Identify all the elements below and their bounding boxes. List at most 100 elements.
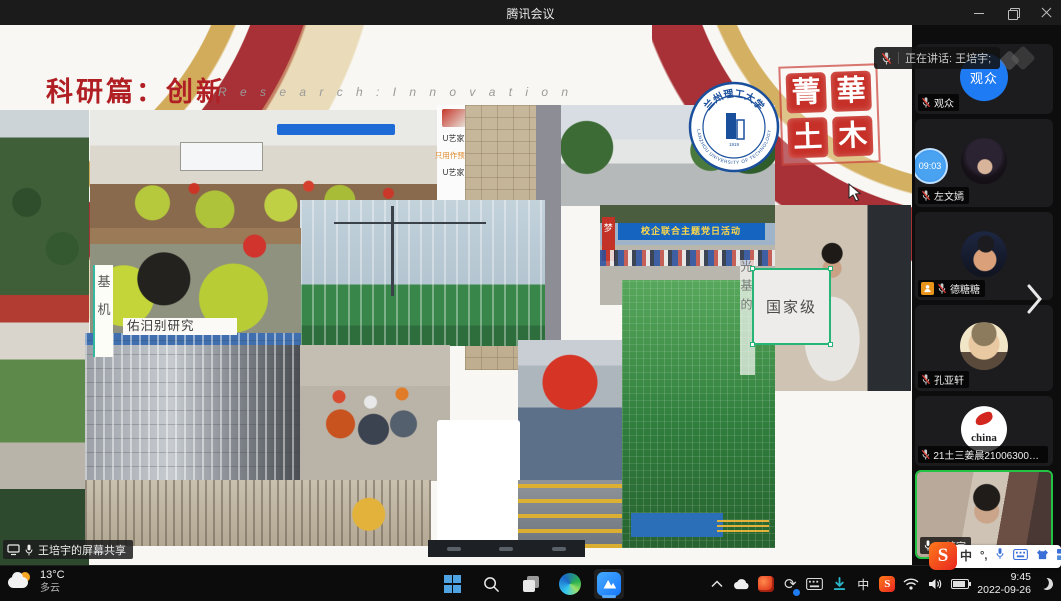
partial-text-box: 基 机 <box>93 265 113 357</box>
onedrive-cloud-icon[interactable] <box>733 572 750 596</box>
sogou-logo-icon[interactable]: S <box>929 542 957 570</box>
system-tray: ⟳ 中 S 9:45 2022-09-26 <box>709 566 1055 601</box>
ime-menu-grid-icon[interactable] <box>1057 545 1061 568</box>
chevron-right-icon <box>1025 283 1043 315</box>
national-level-textbox: 国家级 <box>752 268 831 345</box>
seal-char: 華 <box>831 71 872 112</box>
blue-tarp <box>631 513 723 537</box>
seal-char: 木 <box>832 116 873 157</box>
sync-status-icon[interactable]: ⟳ <box>782 572 798 596</box>
task-view-button[interactable] <box>516 569 546 599</box>
battery-icon[interactable] <box>951 572 969 596</box>
avatar <box>961 231 1007 277</box>
name-tag: 观众 <box>918 94 959 111</box>
seal-char: 菁 <box>786 72 827 113</box>
national-level-label: 国家级 <box>766 296 817 317</box>
volume-icon[interactable] <box>927 572 943 596</box>
search-button[interactable] <box>477 569 507 599</box>
tray-overflow-chevron[interactable] <box>709 572 725 596</box>
ime-mode-chinese[interactable]: 中 <box>960 545 972 568</box>
photo-yellow-scaffold <box>518 480 622 548</box>
mic-icon <box>24 544 34 556</box>
tray-app-red-icon[interactable] <box>758 572 774 596</box>
speaking-label: 正在讲话: 王培宇; <box>905 50 991 66</box>
photo-construction-site <box>85 480 431 546</box>
yellow-pipes <box>717 519 769 532</box>
windows-taskbar: 13°C 多云 ⟳ <box>0 565 1061 601</box>
weather-widget[interactable]: 13°C 多云 <box>8 569 65 595</box>
tencent-meeting-icon <box>597 572 621 596</box>
ime-skin-icon[interactable] <box>1036 545 1049 568</box>
windows-logo-icon <box>444 575 462 593</box>
search-icon <box>483 576 500 593</box>
logo-year: 1919 <box>729 142 740 147</box>
wifi-icon[interactable] <box>903 572 919 596</box>
partial-char: 基 <box>97 271 110 290</box>
touch-keyboard-icon[interactable] <box>806 572 823 596</box>
university-logo: 兰州理工大学 LANZHOU UNIVERSITY OF TECHNOLOGY … <box>688 81 780 173</box>
partly-cloudy-icon <box>8 571 34 593</box>
clock-date: 2022-09-26 <box>977 584 1031 597</box>
slide-subtitle: R e s e a r c h : I n n o v a t i o n <box>218 85 573 99</box>
avatar <box>960 322 1008 370</box>
app-window: 腾讯会议 U艺家 只用作预览 U艺家 梦 校企联合主题党日活动 <box>0 0 1061 601</box>
minimize-icon[interactable] <box>973 7 985 19</box>
share-label-text: 王培宇的屏幕共享 <box>38 542 126 558</box>
input-language-indicator[interactable]: 中 <box>855 572 871 596</box>
phone-app-bottom-bar <box>428 540 585 557</box>
speaking-indicator: 正在讲话: 王培宇; <box>874 47 1000 69</box>
photo-caption: 佑汨别研究 <box>123 318 237 335</box>
photo-phone-app-card <box>437 420 520 546</box>
clock-time: 9:45 <box>977 571 1031 584</box>
download-tool-icon[interactable] <box>831 572 847 596</box>
taskbar-clock[interactable]: 9:45 2022-09-26 <box>977 571 1031 597</box>
participant-tile-jiangchen[interactable]: china 21土三姜晨210063003014 <box>915 396 1053 466</box>
start-button[interactable] <box>438 569 468 599</box>
window-titlebar: 腾讯会议 <box>0 0 1061 25</box>
participant-name: 21土三姜晨210063003014 <box>933 447 1043 462</box>
ime-voice-icon[interactable] <box>995 545 1005 568</box>
monitor-icon <box>7 544 20 556</box>
member-badge-icon <box>921 282 934 295</box>
taskbar-center-icons <box>438 566 624 601</box>
mouse-cursor <box>848 183 862 203</box>
muted-mic-icon <box>937 283 947 294</box>
photo-rebar-cage <box>85 333 301 481</box>
app-label: U艺家 <box>443 133 465 144</box>
seal-char: 土 <box>787 117 828 158</box>
muted-mic-icon <box>881 52 892 65</box>
muted-mic-icon <box>921 374 931 385</box>
muted-mic-icon <box>921 97 931 108</box>
sidebar-collapse-button[interactable] <box>1020 278 1048 320</box>
ime-punctuation[interactable]: °, <box>980 545 987 568</box>
sogou-tray-icon[interactable]: S <box>879 572 895 596</box>
edge-browser-button[interactable] <box>555 569 585 599</box>
avatar-text: china <box>971 432 997 444</box>
focus-assist-moon-icon[interactable] <box>1039 572 1055 596</box>
photo-tower-crane <box>300 200 545 346</box>
close-icon[interactable] <box>1041 7 1053 19</box>
red-seal-jinghua-tumu: 菁 華 土 木 <box>778 63 880 165</box>
screen-share-label: 王培宇的屏幕共享 <box>3 540 133 559</box>
restore-icon[interactable] <box>1007 7 1019 19</box>
photo-red-helmet <box>518 340 622 481</box>
window-title: 腾讯会议 <box>0 5 1061 22</box>
task-view-icon <box>523 576 539 592</box>
participant-name: 观众 <box>934 95 954 110</box>
participant-tile-zuowenyan[interactable]: 09:03 左文嫣 <box>915 119 1053 207</box>
name-tag: 孔亚轩 <box>918 371 969 388</box>
projection-screen <box>180 142 263 171</box>
avatar <box>961 138 1007 184</box>
event-banner: 校企联合主题党日活动 <box>618 223 765 240</box>
edge-icon <box>559 573 581 595</box>
building-icon <box>726 113 736 139</box>
tencent-meeting-button[interactable] <box>594 569 624 599</box>
shared-screen-slide: U艺家 只用作预览 U艺家 梦 校企联合主题党日活动 <box>0 25 912 565</box>
participant-name: 德糖糖 <box>950 281 980 296</box>
ime-keyboard-icon[interactable] <box>1013 545 1028 568</box>
name-tag: 左文嫣 <box>918 187 969 204</box>
muted-mic-icon <box>921 449 930 460</box>
ime-toolbar: S 中 °, <box>930 545 1061 568</box>
window-controls <box>973 0 1053 25</box>
name-tag: 德糖糖 <box>918 280 985 297</box>
